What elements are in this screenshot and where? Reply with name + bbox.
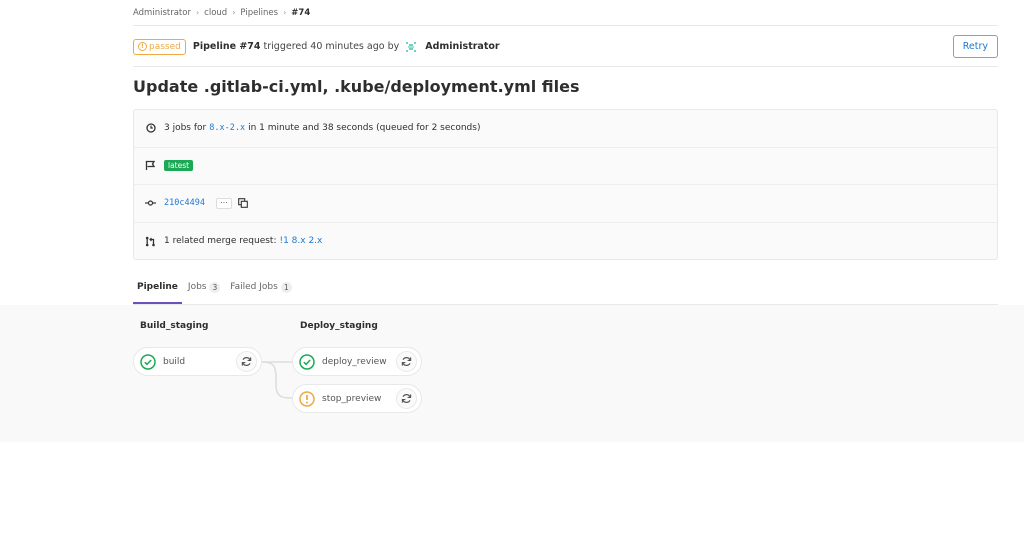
- page-title: Update .gitlab-ci.yml, .kube/deployment.…: [133, 77, 580, 96]
- status-success-icon: [140, 353, 156, 370]
- tab-jobs[interactable]: Jobs 3: [187, 275, 221, 304]
- status-badge[interactable]: ! passed: [133, 38, 186, 55]
- info-row-commit: 210c4494 ···: [134, 185, 997, 223]
- info-row-jobs: 3 jobs for 8.x-2.x in 1 minute and 38 se…: [134, 110, 997, 148]
- pipeline-graph: Build_staging Deploy_staging build deplo…: [0, 305, 1024, 442]
- tab-count-badge: 1: [280, 282, 292, 293]
- user-avatar-icon[interactable]: [405, 40, 418, 53]
- toggle-commit-message-button[interactable]: ···: [215, 197, 232, 209]
- status-success-icon: [299, 353, 315, 370]
- tab-label: Pipeline: [137, 282, 178, 292]
- pipeline-label: Pipeline #74: [192, 41, 261, 52]
- breadcrumb-current[interactable]: #74: [291, 8, 310, 18]
- retry-icon: [401, 357, 412, 366]
- retry-button[interactable]: Retry: [952, 35, 998, 58]
- breadcrumb-item-pipelines[interactable]: Pipelines: [240, 8, 278, 18]
- breadcrumb-separator: ›: [232, 8, 236, 17]
- clock-icon: [145, 123, 156, 134]
- job-deploy-review[interactable]: deploy_review: [292, 347, 422, 376]
- retry-job-button[interactable]: [396, 351, 417, 372]
- breadcrumb-item-cloud[interactable]: cloud: [204, 8, 227, 18]
- info-row-merge-request: 1 related merge request: !1 8.x 2.x: [134, 223, 997, 261]
- pipeline-tabs: Pipeline Jobs 3 Failed Jobs 1: [133, 275, 998, 305]
- commit-sha-link[interactable]: 210c4494: [164, 198, 205, 208]
- breadcrumb-separator: ›: [195, 8, 200, 17]
- copy-icon[interactable]: [238, 198, 249, 209]
- retry-icon: [401, 394, 412, 403]
- job-name: stop_preview: [322, 393, 382, 404]
- status-warning-icon: [299, 390, 315, 407]
- merge-request-link[interactable]: !1 8.x 2.x: [279, 236, 322, 246]
- warning-icon: !: [138, 42, 147, 51]
- status-label: passed: [149, 41, 181, 52]
- job-stop-preview[interactable]: stop_preview: [292, 384, 422, 413]
- breadcrumb-separator: ›: [283, 8, 287, 17]
- mr-prefix: 1 related merge request:: [164, 236, 277, 247]
- tab-failed-jobs[interactable]: Failed Jobs 1: [230, 275, 292, 304]
- breadcrumb-item-administrator[interactable]: Administrator: [133, 8, 191, 18]
- pipeline-info-box: 3 jobs for 8.x-2.x in 1 minute and 38 se…: [133, 109, 998, 260]
- job-name: deploy_review: [322, 356, 387, 367]
- pipeline-header: ! passed Pipeline #74 triggered 40 minut…: [133, 27, 998, 67]
- commit-icon: [145, 198, 156, 209]
- stage-title-build-staging: Build_staging: [140, 321, 209, 331]
- jobs-prefix: 3 jobs for: [164, 123, 207, 134]
- tab-pipeline[interactable]: Pipeline: [133, 275, 182, 304]
- info-row-badges: latest: [134, 148, 997, 185]
- retry-icon: [241, 357, 252, 366]
- breadcrumb: Administrator › cloud › Pipelines › #74: [133, 0, 998, 26]
- merge-request-icon: [145, 236, 156, 247]
- duration-text: in 1 minute and 38 seconds (queued for 2…: [248, 123, 481, 134]
- latest-badge: latest: [164, 160, 194, 172]
- job-build[interactable]: build: [133, 347, 262, 376]
- user-name[interactable]: Administrator: [425, 41, 499, 52]
- tab-label: Jobs: [187, 282, 207, 292]
- job-name: build: [163, 356, 186, 367]
- tab-label: Failed Jobs: [230, 282, 278, 292]
- stage-title-deploy-staging: Deploy_staging: [300, 321, 378, 331]
- retry-job-button[interactable]: [396, 388, 417, 409]
- retry-job-button[interactable]: [236, 351, 257, 372]
- flag-icon: [145, 160, 156, 171]
- tab-count-badge: 3: [209, 282, 221, 293]
- branch-link[interactable]: 8.x-2.x: [209, 123, 245, 133]
- triggered-text: triggered 40 minutes ago by: [263, 41, 400, 52]
